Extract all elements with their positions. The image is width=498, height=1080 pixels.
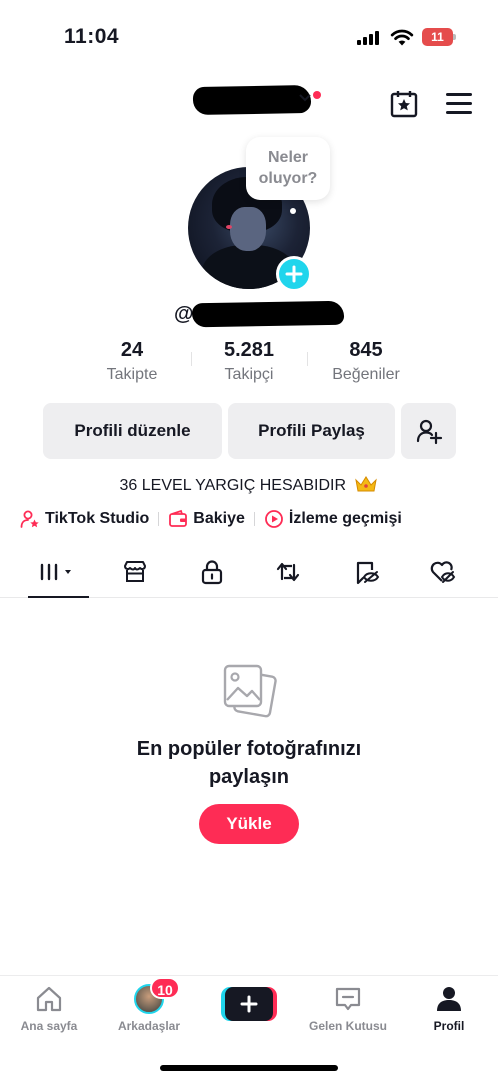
nav-label: Ana sayfa [20, 1019, 78, 1033]
upload-button[interactable]: Yükle [199, 804, 299, 844]
profile-header [0, 76, 498, 128]
status-bubble[interactable]: Neler oluyor? [246, 137, 330, 200]
active-tab-indicator [28, 596, 89, 598]
chevron-down-icon[interactable] [299, 93, 311, 103]
link-label: Bakiye [193, 510, 245, 527]
watch-history-link[interactable]: İzleme geçmişi [264, 509, 402, 529]
create-button[interactable] [221, 987, 277, 1021]
person-star-icon [20, 510, 39, 528]
link-label: TikTok Studio [45, 510, 150, 527]
bottom-nav: Ana sayfa Arkadaşlar 10 Gelen Kutusu Pro… [0, 975, 498, 1080]
stat-value: 24 [120, 339, 144, 361]
empty-title-line1: En popüler fotoğrafınızı [136, 738, 362, 760]
plus-icon [240, 995, 258, 1013]
stat-likes[interactable]: 845 Beğeniler [311, 338, 421, 386]
battery-icon: 11 [422, 28, 456, 46]
divider [253, 512, 255, 526]
bio-text: 36 LEVEL YARGIÇ HESABIDIR [119, 477, 346, 494]
nav-inbox[interactable]: Gelen Kutusu [303, 984, 393, 1033]
bubble-tail [290, 208, 296, 214]
balance-link[interactable]: Bakiye [168, 509, 245, 529]
tab-videos[interactable] [36, 558, 80, 586]
divider [307, 352, 308, 366]
link-label: İzleme geçmişi [288, 510, 402, 527]
friends-badge: 10 [150, 977, 180, 999]
lock-icon [201, 560, 223, 585]
status-time: 11:04 [64, 25, 120, 48]
username-redacted[interactable] [192, 84, 312, 116]
repost-icon [276, 562, 300, 582]
stat-value: 5.281 [223, 339, 275, 361]
share-profile-button[interactable]: Profili Paylaş [228, 403, 395, 459]
menu-icon[interactable] [446, 93, 472, 115]
home-indicator [160, 1065, 338, 1071]
add-friends-button[interactable] [401, 403, 456, 459]
creator-links: TikTok Studio Bakiye İzleme geçmişi [20, 507, 402, 531]
play-circle-icon [264, 510, 283, 528]
handle-at: @ [174, 302, 194, 325]
edit-profile-button[interactable]: Profili düzenle [43, 403, 222, 459]
tab-reposts[interactable] [273, 558, 303, 586]
crown-icon [355, 476, 378, 492]
nav-home[interactable]: Ana sayfa [4, 984, 94, 1033]
nav-label: Arkadaşlar [117, 1019, 181, 1033]
tab-liked[interactable] [427, 558, 457, 586]
tab-private[interactable] [197, 558, 227, 586]
empty-title-line2: paylaşın [208, 766, 290, 788]
content-tabs [0, 548, 498, 598]
stat-value: 845 [349, 339, 383, 361]
empty-state-title: En popüler fotoğrafınızı paylaşın [0, 735, 498, 791]
wallet-icon [169, 509, 188, 527]
stat-followers[interactable]: 5.281 Takipçi [194, 338, 304, 386]
stat-label: Takipçi [224, 366, 274, 383]
wifi-icon [390, 29, 414, 46]
liked-hidden-icon [430, 561, 456, 583]
bookmark-eye-icon [356, 561, 380, 585]
handle-redacted [191, 300, 344, 328]
divider [158, 512, 160, 526]
nav-label: Profil [433, 1019, 465, 1033]
divider [191, 352, 192, 366]
tab-shop[interactable] [120, 558, 150, 586]
stat-label: Beğeniler [332, 366, 400, 383]
inbox-icon [335, 987, 361, 1011]
bio: 36 LEVEL YARGIÇ HESABIDIR [0, 474, 498, 497]
profile-icon [437, 987, 461, 1011]
grid-icon [40, 563, 71, 581]
photo-icon [223, 664, 277, 718]
add-user-icon [416, 419, 442, 445]
status-bar: 11:04 11 [0, 0, 498, 70]
shop-icon [124, 561, 146, 582]
stat-label: Takipte [106, 366, 158, 383]
nav-label: Gelen Kutusu [308, 1019, 387, 1033]
home-icon [36, 986, 62, 1012]
profile-stats: 24 Takipte 5.281 Takipçi 845 Beğeniler [0, 338, 498, 388]
stat-following[interactable]: 24 Takipte [77, 338, 187, 386]
notification-dot [313, 91, 321, 99]
add-avatar-button[interactable] [276, 256, 312, 292]
plus-icon [285, 265, 303, 283]
handle: @ [174, 300, 344, 328]
nav-friends[interactable]: Arkadaşlar [104, 984, 194, 1033]
battery-level: 11 [422, 28, 453, 46]
signal-icon [357, 31, 381, 45]
tiktok-studio-link[interactable]: TikTok Studio [20, 509, 149, 529]
tab-favorites[interactable] [351, 558, 381, 586]
nav-profile[interactable]: Profil [404, 984, 494, 1033]
calendar-star-icon[interactable] [389, 89, 419, 119]
